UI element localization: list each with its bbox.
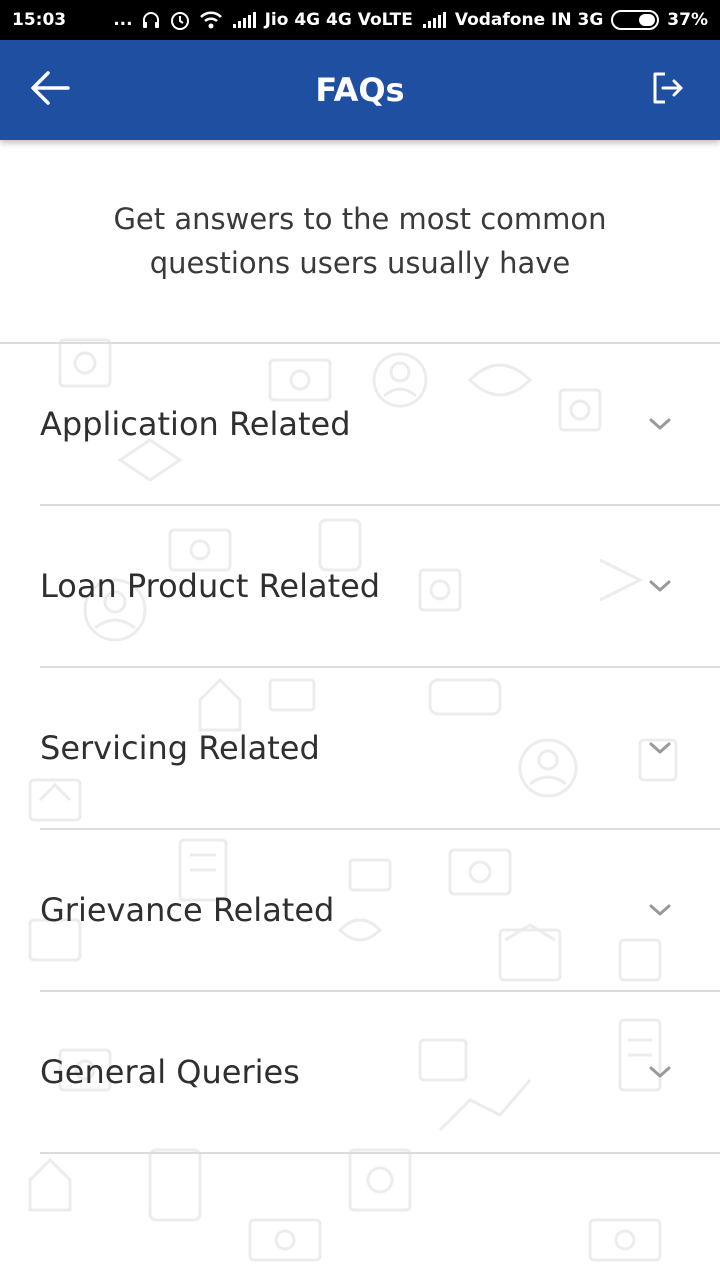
- logout-button[interactable]: [648, 70, 688, 110]
- signal-icon: [231, 11, 257, 29]
- carrier-1: Jio 4G 4G VoLTE: [264, 10, 413, 30]
- faq-item-servicing-related[interactable]: Servicing Related: [40, 668, 720, 830]
- faq-item-label: Servicing Related: [40, 729, 320, 767]
- faq-item-label: Application Related: [40, 405, 351, 443]
- faq-item-label: Loan Product Related: [40, 567, 381, 605]
- chevron-down-icon: [648, 898, 672, 922]
- intro-text: Get answers to the most common questions…: [0, 140, 720, 344]
- headphone-icon: [141, 10, 161, 30]
- chevron-down-icon: [648, 1060, 672, 1084]
- chevron-down-icon: [648, 412, 672, 436]
- faq-item-application-related[interactable]: Application Related: [40, 344, 720, 506]
- faq-item-loan-product-related[interactable]: Loan Product Related: [40, 506, 720, 668]
- back-arrow-icon: [28, 68, 72, 112]
- battery-icon: [611, 10, 660, 30]
- page-title: FAQs: [315, 71, 405, 109]
- faq-content: Get answers to the most common questions…: [0, 140, 720, 1154]
- faq-item-label: General Queries: [40, 1053, 300, 1091]
- faq-item-grievance-related[interactable]: Grievance Related: [40, 830, 720, 992]
- logout-icon: [651, 70, 685, 110]
- alarm-icon: [169, 9, 191, 31]
- faq-item-general-queries[interactable]: General Queries: [40, 992, 720, 1154]
- status-bar: 15:03 ... Jio 4G 4G VoLTE Vodafone IN 3G…: [0, 0, 720, 40]
- carrier-2: Vodafone IN 3G: [454, 10, 604, 30]
- faq-list: Application Related Loan Product Related…: [0, 344, 720, 1154]
- back-button[interactable]: [26, 68, 74, 112]
- chevron-down-icon: [648, 574, 672, 598]
- signal-icon: [421, 11, 447, 29]
- app-bar: FAQs: [0, 40, 720, 140]
- wifi-icon: [199, 10, 223, 30]
- chevron-down-icon: [648, 736, 672, 760]
- faq-item-label: Grievance Related: [40, 891, 335, 929]
- battery-percent: 37%: [667, 10, 708, 30]
- status-time: 15:03: [12, 10, 67, 30]
- status-dots: ...: [113, 10, 133, 30]
